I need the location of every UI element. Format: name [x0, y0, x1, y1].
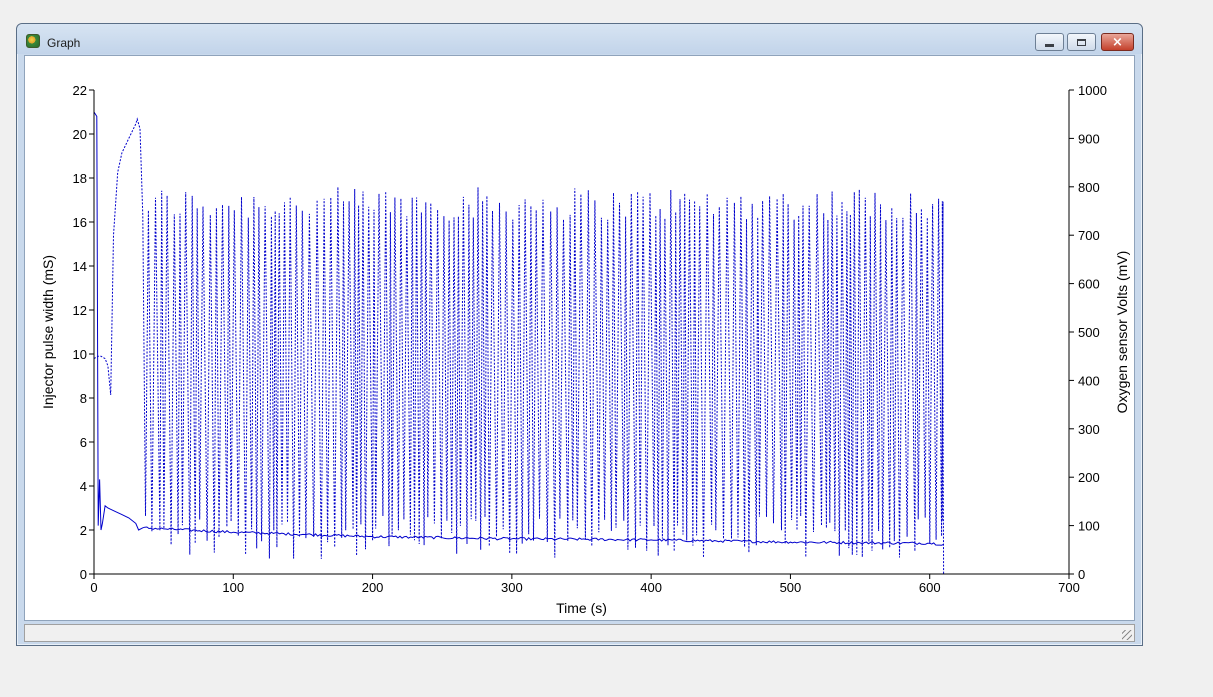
y-right-tick-label: 800 — [1078, 180, 1100, 195]
x-tick-label: 600 — [919, 580, 941, 595]
y-left-tick-label: 4 — [80, 479, 87, 494]
y-left-tick-label: 10 — [73, 347, 87, 362]
y-right-axis-label: Oxygen sensor Volts (mV) — [1114, 251, 1130, 414]
line-chart: 0 100 200 300 400 500 600 700024681012141618202… — [40, 83, 1130, 616]
x-tick-label: 700 — [1058, 580, 1080, 595]
y-right-tick-label: 1000 — [1078, 83, 1107, 98]
y-left-tick-label: 6 — [80, 435, 87, 450]
y-left-tick-label: 0 — [80, 567, 87, 582]
minimize-icon — [1045, 43, 1054, 47]
y-right-tick-label: 400 — [1078, 373, 1100, 388]
y-right-tick-label: 700 — [1078, 228, 1100, 243]
title-bar[interactable]: Graph × — [17, 24, 1142, 54]
x-tick-label: 200 — [362, 580, 384, 595]
y-right-tick-label: 300 — [1078, 422, 1100, 437]
y-right-tick-label: 600 — [1078, 277, 1100, 292]
window-title: Graph — [47, 36, 81, 50]
x-tick-label: 0 — [90, 580, 97, 595]
y-right-tick-label: 200 — [1078, 470, 1100, 485]
y-left-tick-label: 18 — [73, 171, 87, 186]
graph-app-icon — [26, 34, 40, 48]
x-axis-label: Time (s) — [556, 600, 607, 616]
x-tick-label: 100 — [222, 580, 244, 595]
y-left-axis-label: Injector pulse width (mS) — [40, 255, 56, 409]
minimize-button[interactable] — [1035, 33, 1064, 51]
y-left-tick-label: 16 — [73, 215, 87, 230]
chart-area: 0 100 200 300 400 500 600 700 0 2 4 6 8 10 12 14 16 18 20 2… — [24, 55, 1135, 621]
close-button[interactable]: × — [1101, 33, 1134, 51]
y-right-tick-label: 100 — [1078, 519, 1100, 534]
close-icon: × — [1112, 34, 1123, 50]
oxygen-sensor-series-line — [93, 117, 945, 575]
y-left-tick-label: 8 — [80, 391, 87, 406]
x-tick-label: 300 — [501, 580, 523, 595]
y-left-tick-label: 14 — [73, 259, 87, 274]
y-left-tick-label: 12 — [73, 303, 87, 318]
maximize-button[interactable] — [1067, 33, 1096, 51]
resize-grip-icon[interactable] — [1122, 630, 1132, 640]
y-right-tick-label: 500 — [1078, 325, 1100, 340]
graph-window: Graph × 0 100 200 300 400 500 600 700 0 2 4 6 8 10 12 1… — [16, 23, 1143, 646]
x-tick-label: 400 — [640, 580, 662, 595]
y-left-tick-label: 2 — [80, 523, 87, 538]
y-right-tick-label: 0 — [1078, 567, 1085, 582]
y-right-tick-label: 900 — [1078, 131, 1100, 146]
x-tick-label: 500 — [780, 580, 802, 595]
status-bar — [24, 624, 1135, 642]
y-left-tick-label: 22 — [73, 83, 87, 98]
y-left-tick-label: 20 — [73, 127, 87, 142]
maximize-icon — [1077, 38, 1086, 46]
